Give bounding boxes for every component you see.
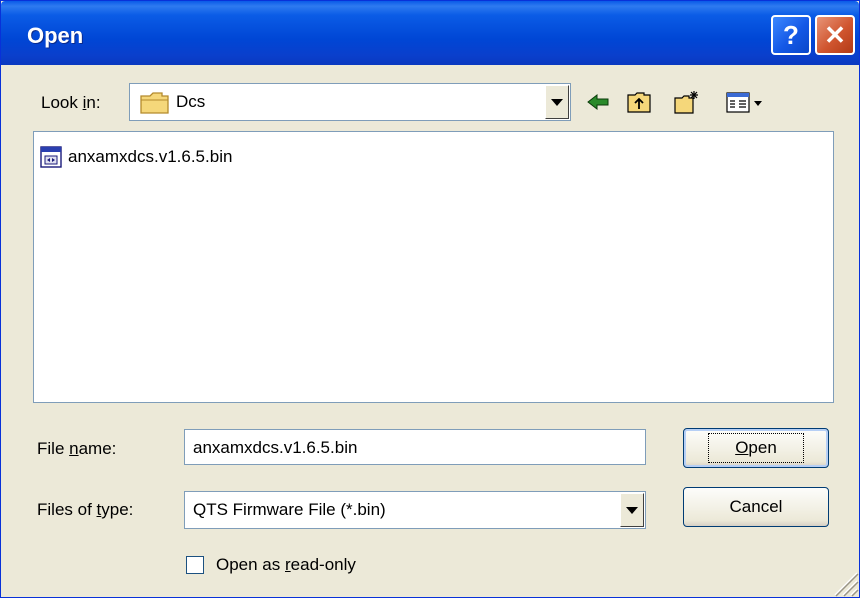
file-list[interactable]: anxamxdcs.v1.6.5.bin [33, 131, 834, 403]
chevron-down-icon [551, 98, 563, 106]
open-dialog: Open ? ✕ Look in: Dcs anxamxdcs.v1.6.5.b… [0, 0, 860, 598]
look-in-label: Look in: [41, 93, 101, 112]
view-menu-icon[interactable] [725, 89, 765, 115]
file-type-label: Files of type: [37, 500, 134, 519]
back-arrow-icon[interactable] [585, 89, 611, 115]
list-item[interactable]: anxamxdcs.v1.6.5.bin [40, 146, 232, 168]
help-button[interactable]: ? [771, 15, 811, 55]
file-name-label: File name: [37, 439, 117, 458]
new-folder-icon[interactable] [673, 89, 699, 115]
file-name-input[interactable]: anxamxdcs.v1.6.5.bin [184, 429, 646, 465]
resize-grip[interactable] [831, 569, 859, 597]
file-type-dropdown-arrow[interactable] [620, 493, 644, 527]
read-only-checkbox[interactable] [186, 556, 204, 574]
close-button[interactable]: ✕ [815, 15, 855, 55]
file-name-value: anxamxdcs.v1.6.5.bin [193, 438, 358, 457]
up-folder-icon[interactable] [626, 89, 652, 115]
folder-icon [140, 92, 169, 114]
chevron-down-icon [626, 506, 638, 514]
open-button[interactable]: Open [683, 428, 829, 468]
look-in-value: Dcs [176, 92, 206, 111]
bin-file-icon [40, 146, 62, 168]
look-in-dropdown[interactable]: Dcs [129, 83, 571, 121]
file-name: anxamxdcs.v1.6.5.bin [68, 147, 233, 166]
file-type-dropdown[interactable]: QTS Firmware File (*.bin) [184, 491, 646, 529]
read-only-label: Open as read-only [216, 555, 356, 574]
dialog-title: Open [27, 23, 84, 48]
file-type-value: QTS Firmware File (*.bin) [193, 500, 386, 519]
open-button-label: Open [708, 433, 804, 463]
cancel-button[interactable]: Cancel [683, 487, 829, 527]
look-in-dropdown-arrow[interactable] [545, 85, 569, 119]
title-bar[interactable]: Open ? ✕ [1, 1, 859, 65]
